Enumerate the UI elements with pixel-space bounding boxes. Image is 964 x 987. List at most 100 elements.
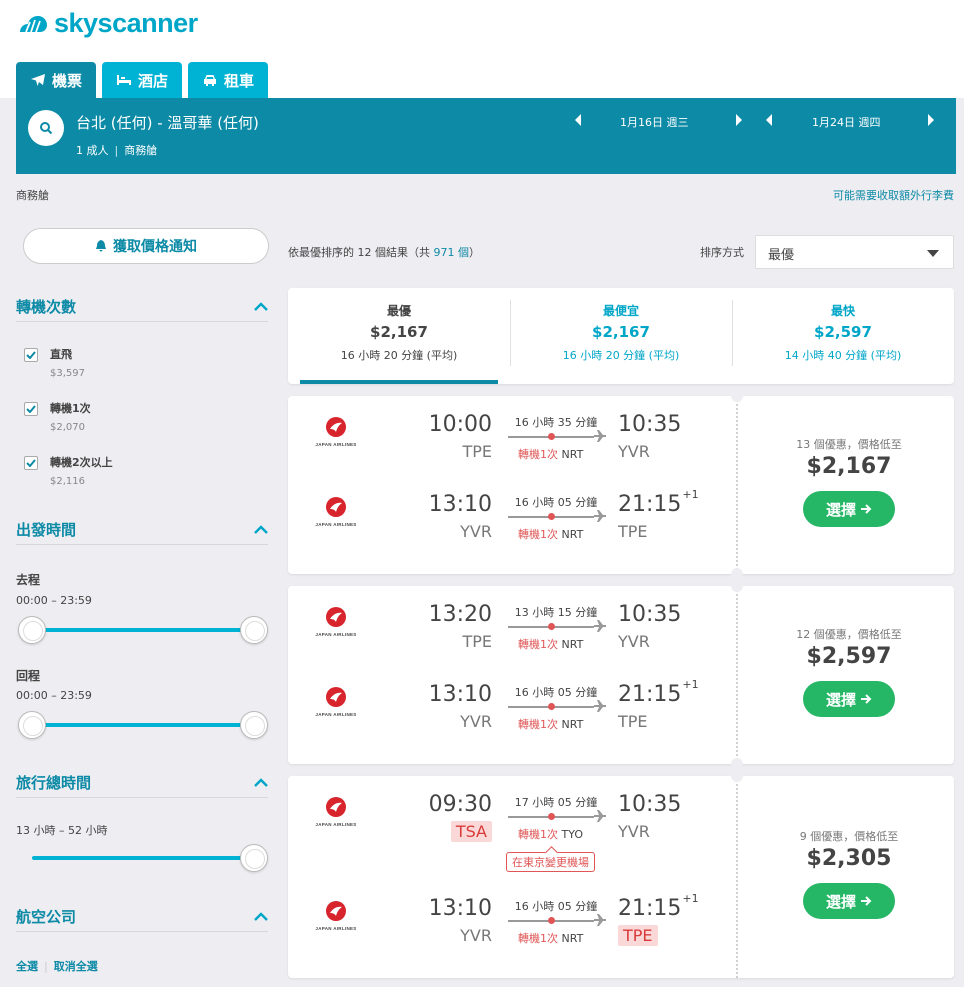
outbound-range: 00:00 – 23:59 [16,594,92,607]
depart-prev-button[interactable] [571,112,585,128]
airline-name: JAPAN AIRLINES [315,822,357,827]
price-panel: 13 個優惠，價格低至 $2,167 選擇 [744,436,954,527]
stop-option-two-plus[interactable]: 轉機2次以上 $2,116 [24,454,113,487]
return-prev-button[interactable] [762,112,776,128]
flight-leg-outbound: JAPAN AIRLINES 13:20 TPE 13 小時 15 分鐘 轉機1… [288,594,736,674]
slider-min-handle[interactable] [18,616,46,644]
arrival-time: 21:15+1 [618,678,699,707]
tab-cars[interactable]: 租車 [188,62,269,98]
cloud-logo-icon [20,15,47,32]
flight-leg-return: JAPAN AIRLINES 13:10 YVR 16 小時 05 分鐘 轉機1… [288,484,736,564]
select-label: 選擇 [825,690,856,709]
section-title: 轉機次數 [16,298,77,316]
offer-count: 12 個優惠，價格低至 [796,628,902,641]
stop-count: 轉機1次 [518,718,558,731]
price-alert-button[interactable]: 獲取價格通知 [23,228,269,264]
duration-text: 16 小時 05 分鐘 [514,900,598,913]
arrow-right-icon [861,694,872,704]
select-all-link[interactable]: 全選 [16,960,38,973]
stop-count: 轉機1次 [518,638,558,651]
departure-time-filter-header[interactable]: 出發時間 [16,515,268,545]
car-icon [204,75,217,86]
brand-name: skyscanner [54,8,198,38]
checkbox[interactable] [24,348,38,362]
leg-duration: 13 小時 15 分鐘 轉機1次 NRT [508,604,606,652]
passenger-cabin[interactable]: 1 成人 | 商務艙 [76,142,157,158]
stop-dot [548,433,555,440]
inbound-label: 回程 [16,669,41,683]
departure-time: 13:10 [428,492,492,517]
select-button[interactable]: 選擇 [803,883,895,919]
baggage-fee-link[interactable]: 可能需要收取額外行李費 [833,187,954,203]
route-line [508,700,606,712]
sort-tab-cheapest[interactable]: 最便宜 $2,167 16 小時 20 分鐘 (平均) [510,288,732,384]
chevron-left-icon [575,114,581,126]
chevron-up-icon [254,301,268,311]
departure-time: 10:00 [428,412,492,437]
flight-leg-return: JAPAN AIRLINES 13:10 YVR 16 小時 05 分鐘 轉機1… [288,888,736,968]
duration-slider[interactable] [32,844,268,872]
slider-max-handle[interactable] [240,844,268,872]
price: $2,597 [806,644,892,669]
leg-duration: 16 小時 05 分鐘 轉機1次 NRT [508,684,606,732]
plane-icon [594,700,606,712]
clear-all-link[interactable]: 取消全選 [54,960,98,973]
tab-label: 機票 [52,71,83,90]
flight-leg-outbound: JAPAN AIRLINES 09:30 TSA 17 小時 05 分鐘 轉機1… [288,784,736,872]
slider-max-handle[interactable] [240,616,268,644]
sort-tab-label: 最便宜 [602,304,639,318]
sort-select[interactable]: 最優 [755,235,954,269]
route-text[interactable]: 台北 (任何) - 溫哥華 (任何) [76,112,259,133]
stop-option-direct[interactable]: 直飛 $3,597 [24,346,85,379]
select-button[interactable]: 選擇 [803,681,895,717]
checkbox[interactable] [24,402,38,416]
outbound-time-slider[interactable] [18,616,268,644]
airport-change-warning: 在東京變更機場 [506,852,595,872]
section-title: 旅行總時間 [16,774,92,792]
sort-tab-best[interactable]: 最優 $2,167 16 小時 20 分鐘 (平均) [288,288,510,384]
airline-filter-header[interactable]: 航空公司 [16,902,268,932]
flight-leg-return: JAPAN AIRLINES 13:10 YVR 16 小時 05 分鐘 轉機1… [288,674,736,754]
stop-info: 轉機1次 NRT [508,526,604,542]
results-total-link[interactable]: 971 個 [434,246,470,259]
airline-logo: JAPAN AIRLINES [310,796,362,827]
return-next-button[interactable] [924,112,938,128]
depart-date[interactable]: 1月16日 週三 [620,114,689,130]
sort-tab-price: $2,597 [814,323,872,341]
tab-hotels[interactable]: 酒店 [102,62,183,98]
plane-icon [594,510,606,522]
inbound-time-slider[interactable] [18,711,268,739]
option-label: 直飛 [50,348,72,361]
check-icon [26,405,36,413]
return-date[interactable]: 1月24日 週四 [812,114,881,130]
sort-tab-fastest[interactable]: 最快 $2,597 14 小時 40 分鐘 (平均) [732,288,954,384]
next-day-indicator: +1 [682,892,699,905]
airline-name: JAPAN AIRLINES [315,442,357,447]
departure-airport-warning: TSA [408,821,492,842]
skyscanner-logo[interactable]: skyscanner [16,8,198,39]
option-label: 轉機2次以上 [50,456,113,469]
search-button[interactable] [28,110,64,146]
chevron-up-icon [254,524,268,534]
departure-time: 13:20 [428,602,492,627]
stops-filter-header[interactable]: 轉機次數 [16,292,268,322]
slider-max-handle[interactable] [240,711,268,739]
tab-flights[interactable]: 機票 [16,62,97,98]
departure-time: 13:10 [428,896,492,921]
duration-filter-header[interactable]: 旅行總時間 [16,768,268,798]
duration-text: 13 小時 15 分鐘 [514,606,598,619]
checkbox[interactable] [24,456,38,470]
flight-result-card[interactable]: JAPAN AIRLINES 10:00 TPE 16 小時 35 分鐘 轉機1… [288,390,954,580]
stop-dot [548,813,555,820]
flight-result-card[interactable]: JAPAN AIRLINES 09:30 TSA 17 小時 05 分鐘 轉機1… [288,770,954,978]
search-summary[interactable]: 台北 (任何) - 溫哥華 (任何) 1 成人 | 商務艙 1月16日 週三 1月2… [16,98,956,174]
chevron-up-icon [254,777,268,787]
slider-min-handle[interactable] [18,711,46,739]
stop-option-one[interactable]: 轉機1次 $2,070 [24,400,91,433]
select-button[interactable]: 選擇 [803,491,895,527]
depart-next-button[interactable] [732,112,746,128]
arrow-right-icon [861,504,872,514]
price-panel: 12 個優惠，價格低至 $2,597 選擇 [744,626,954,717]
flight-result-card[interactable]: JAPAN AIRLINES 13:20 TPE 13 小時 15 分鐘 轉機1… [288,580,954,770]
cabin-note: 商務艙 [16,189,49,202]
